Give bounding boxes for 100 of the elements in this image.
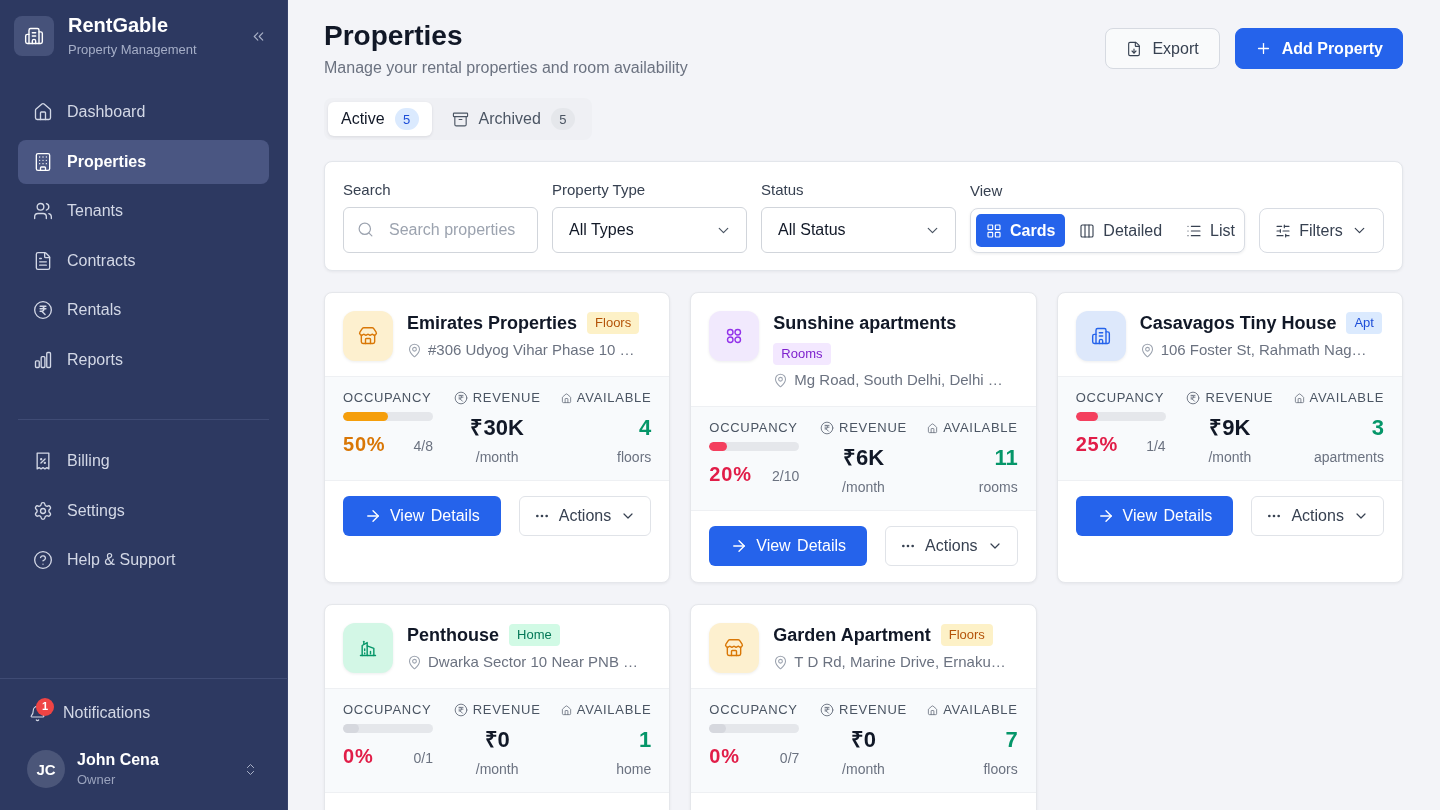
stat-label: REVENUE — [472, 701, 541, 719]
type-tag: Rooms — [773, 343, 831, 365]
home-icon — [927, 704, 939, 716]
available-unit: home — [616, 760, 652, 779]
file-download-icon — [1126, 40, 1143, 57]
stat-label: REVENUE — [839, 701, 907, 719]
field-label: Property Type — [552, 180, 647, 200]
available-count: 1 — [639, 726, 652, 754]
view-details-button[interactable]: View Details — [343, 496, 501, 536]
revenue-amount: ₹9K — [1209, 414, 1251, 442]
dots-grid-icon — [709, 311, 760, 361]
add-property-button[interactable]: Add Property — [1234, 28, 1403, 69]
location-pin-icon — [407, 342, 422, 358]
store-icon — [343, 311, 393, 361]
property-address: Mg Road, South Delhi, Delhi … — [794, 370, 1003, 390]
view-option[interactable]: List — [1176, 214, 1245, 247]
rupee-icon — [453, 703, 468, 717]
property-address: 106 Foster St, Rahmath Nag… — [1160, 340, 1367, 360]
occupancy-percent: 20% — [709, 462, 752, 487]
bell-icon — [29, 704, 46, 722]
nav-item[interactable]: Help & Support — [18, 538, 269, 583]
nav-item[interactable]: Tenants — [18, 189, 269, 234]
stat-label: REVENUE — [839, 419, 907, 437]
view-option[interactable]: Detailed — [1069, 214, 1173, 247]
available-count: 4 — [639, 414, 652, 442]
search-field[interactable]: Search properties — [343, 207, 538, 253]
store-icon — [709, 623, 760, 673]
actions-button[interactable]: Actions — [518, 496, 652, 536]
property-address: Dwarka Sector 10 Near PNB … — [428, 652, 639, 672]
occupancy-ratio: 1/4 — [1146, 438, 1166, 454]
location-pin-icon — [773, 372, 789, 388]
nav-item[interactable]: Properties — [18, 139, 269, 184]
field-label: Search — [343, 180, 392, 200]
nav-item[interactable]: Reports — [18, 337, 269, 382]
revenue-amount: ₹6K — [842, 444, 885, 472]
building-icon — [14, 16, 54, 56]
filters-button[interactable]: Filters — [1259, 208, 1384, 253]
nav-item[interactable]: Settings — [18, 488, 269, 533]
page-subtitle: Manage your rental properties and room availability — [324, 58, 688, 78]
property-address: T D Rd, Marine Drive, Ernaku… — [794, 652, 1006, 672]
revenue-amount: ₹0 — [850, 726, 877, 754]
property-name: Emirates Properties — [407, 312, 578, 335]
nav-item[interactable]: Dashboard — [18, 90, 269, 134]
occupancy-ratio: 0/1 — [413, 750, 433, 766]
view-option[interactable]: Cards — [976, 214, 1066, 247]
location-pin-icon — [1139, 342, 1155, 358]
occupancy-percent: 50% — [343, 432, 386, 457]
home-icon — [560, 392, 572, 404]
property-name: Casavagos Tiny House — [1139, 312, 1337, 335]
nav-item[interactable]: Billing — [18, 438, 269, 483]
type-select[interactable]: All Types — [552, 207, 747, 253]
archive-icon — [451, 110, 469, 128]
stat-label: OCCUPANCY — [709, 701, 798, 719]
stat-label: REVENUE — [1205, 389, 1274, 407]
nav-item[interactable]: Contracts — [18, 238, 269, 283]
stat-label: AVAILABLE — [576, 701, 652, 719]
stat-label: REVENUE — [472, 389, 541, 407]
view-details-button[interactable]: View Details — [709, 526, 867, 566]
notifications-button[interactable]: 1 Notifications — [18, 691, 269, 735]
occupancy-ratio: 0/7 — [779, 750, 800, 766]
property-name: Sunshine apartments — [773, 312, 957, 335]
user-role: Owner — [77, 772, 117, 788]
document-icon — [33, 250, 53, 271]
revenue-period: /month — [475, 760, 519, 779]
available-count: 7 — [1005, 726, 1018, 754]
settings-icon — [33, 500, 53, 521]
revenue-period: /month — [842, 760, 885, 779]
nav-item[interactable]: Rentals — [18, 288, 269, 333]
property-name: Garden Apartment — [773, 624, 931, 647]
grid-icon — [986, 222, 1002, 239]
revenue-amount: ₹0 — [484, 726, 510, 754]
page-title: Properties — [324, 19, 464, 53]
available-count: 3 — [1371, 414, 1384, 442]
stat-label: OCCUPANCY — [343, 701, 432, 719]
available-unit: rooms — [978, 478, 1018, 497]
sliders-icon — [1275, 222, 1292, 239]
occupancy-percent: 25% — [1075, 432, 1119, 457]
occupancy-percent: 0% — [709, 744, 740, 769]
tab[interactable]: Archived 5 — [438, 102, 588, 136]
building-icon — [1075, 311, 1126, 361]
tab[interactable]: Active 5 — [328, 102, 432, 136]
actions-button[interactable]: Actions — [884, 526, 1018, 566]
revenue-period: /month — [842, 478, 885, 497]
users-icon — [33, 201, 53, 222]
occupancy-ratio: 2/10 — [772, 468, 800, 484]
actions-button[interactable]: Actions — [1251, 496, 1384, 536]
rupee-icon — [820, 703, 835, 717]
avatar: JC — [27, 750, 65, 788]
available-unit: floors — [617, 448, 652, 467]
brand-tagline: Property Management — [68, 41, 198, 59]
user-menu[interactable]: JC John Cena Owner — [18, 747, 269, 791]
export-button[interactable]: Export — [1105, 28, 1220, 69]
building-icon — [343, 623, 393, 673]
field-label: Status — [761, 180, 805, 200]
status-select[interactable]: All Status — [761, 207, 956, 253]
view-details-button[interactable]: View Details — [1075, 496, 1234, 536]
type-tag: Floors — [587, 312, 640, 334]
stat-label: OCCUPANCY — [343, 389, 432, 407]
rupee-icon — [33, 300, 53, 321]
type-tag: Home — [509, 624, 560, 646]
